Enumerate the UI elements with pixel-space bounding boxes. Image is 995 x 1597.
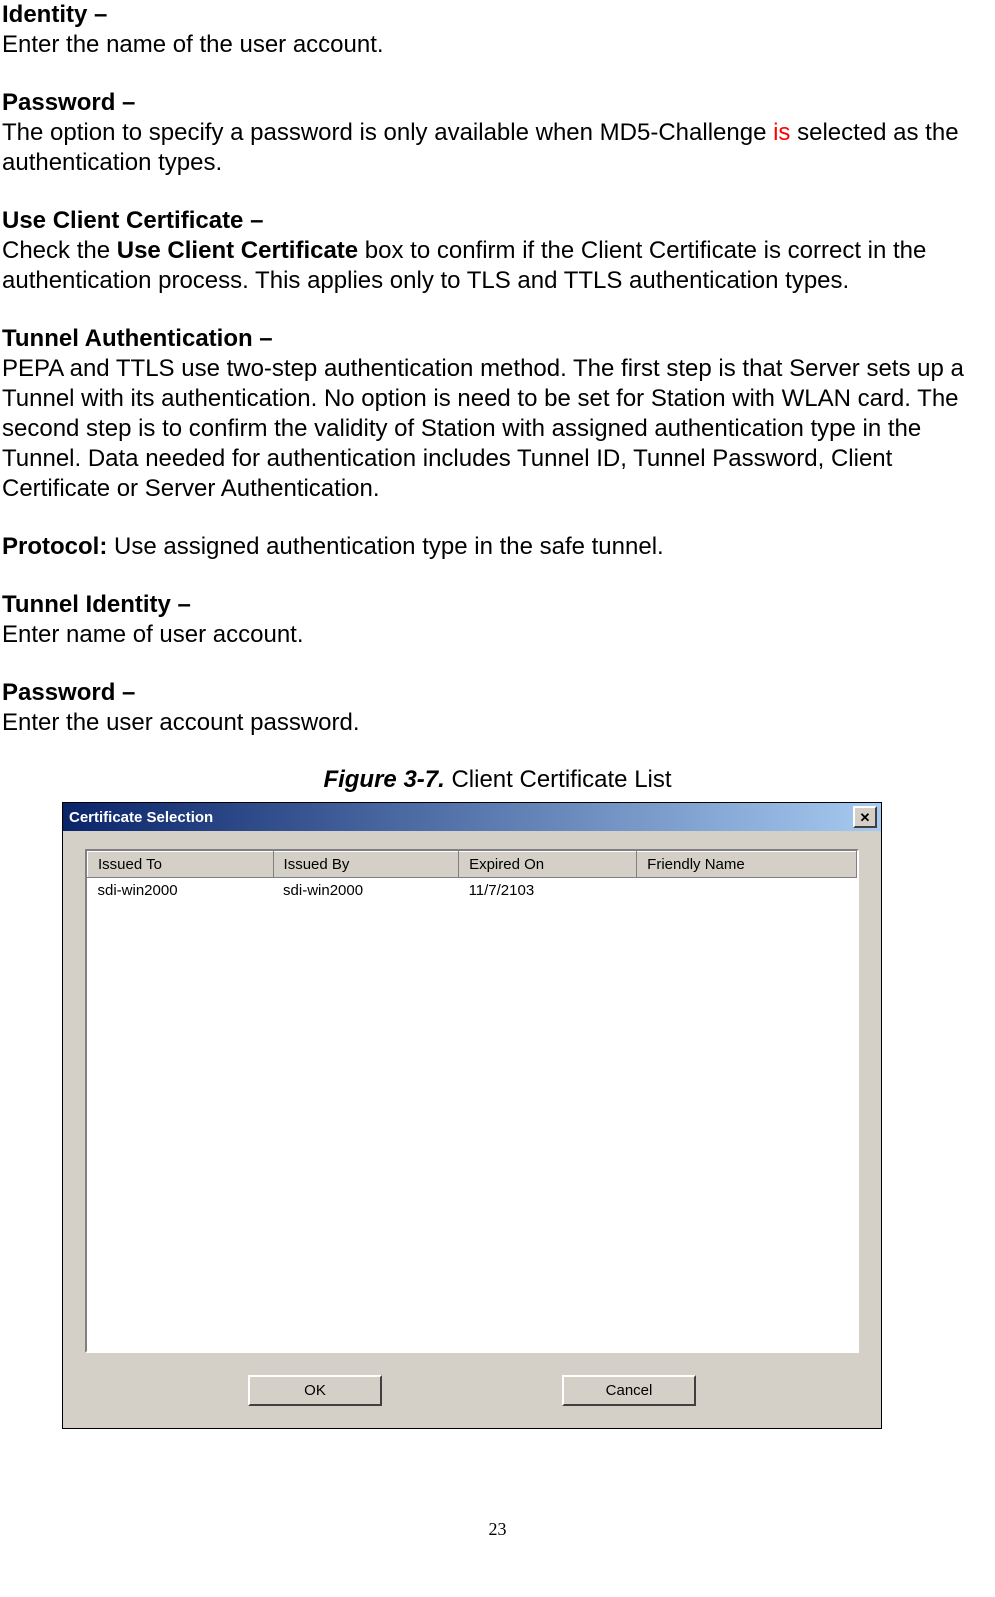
password2-heading: Password – <box>2 679 135 706</box>
column-header-issued-by[interactable]: Issued By <box>273 852 459 878</box>
protocol-label: Protocol: <box>2 533 107 560</box>
useclient-body-pre: Check the <box>2 237 117 264</box>
close-icon[interactable]: ✕ <box>853 806 877 828</box>
certificate-listview[interactable]: Issued To Issued By Expired On Friendly … <box>85 849 859 1353</box>
ok-button[interactable]: OK <box>248 1375 382 1406</box>
figure-title: Client Certificate List <box>445 766 672 793</box>
protocol-body: Use assigned authentication type in the … <box>107 533 663 560</box>
identity-body: Enter the name of the user account. <box>2 31 384 58</box>
tunnelauth-body: PEPA and TTLS use two-step authenticatio… <box>2 355 964 502</box>
identity-heading: Identity – <box>2 1 107 28</box>
figure-number: Figure 3-7. <box>323 766 444 793</box>
certificate-selection-dialog: Certificate Selection ✕ Issued To Issued… <box>62 802 882 1429</box>
tunnelid-heading: Tunnel Identity – <box>2 591 191 618</box>
column-header-issued-to[interactable]: Issued To <box>88 852 274 878</box>
page-number: 23 <box>2 1519 993 1540</box>
cancel-button[interactable]: Cancel <box>562 1375 696 1406</box>
cell-issued-by: sdi-win2000 <box>273 878 459 904</box>
dialog-titlebar: Certificate Selection ✕ <box>63 803 881 831</box>
useclient-heading: Use Client Certificate – <box>2 207 263 234</box>
useclient-bold: Use Client Certificate <box>117 237 358 264</box>
cell-friendly-name <box>637 878 857 904</box>
cell-expired-on: 11/7/2103 <box>459 878 637 904</box>
password1-body-pre: The option to specify a password is only… <box>2 119 773 146</box>
cell-issued-to: sdi-win2000 <box>88 878 274 904</box>
column-header-friendly-name[interactable]: Friendly Name <box>637 852 857 878</box>
password2-body: Enter the user account password. <box>2 709 360 736</box>
table-row[interactable]: sdi-win2000 sdi-win2000 11/7/2103 <box>88 878 857 904</box>
column-header-expired-on[interactable]: Expired On <box>459 852 637 878</box>
tunnelid-body: Enter name of user account. <box>2 621 304 648</box>
tunnelauth-heading: Tunnel Authentication – <box>2 325 273 352</box>
password1-heading: Password – <box>2 89 135 116</box>
dialog-title: Certificate Selection <box>69 809 213 826</box>
password1-red: is <box>773 119 790 146</box>
